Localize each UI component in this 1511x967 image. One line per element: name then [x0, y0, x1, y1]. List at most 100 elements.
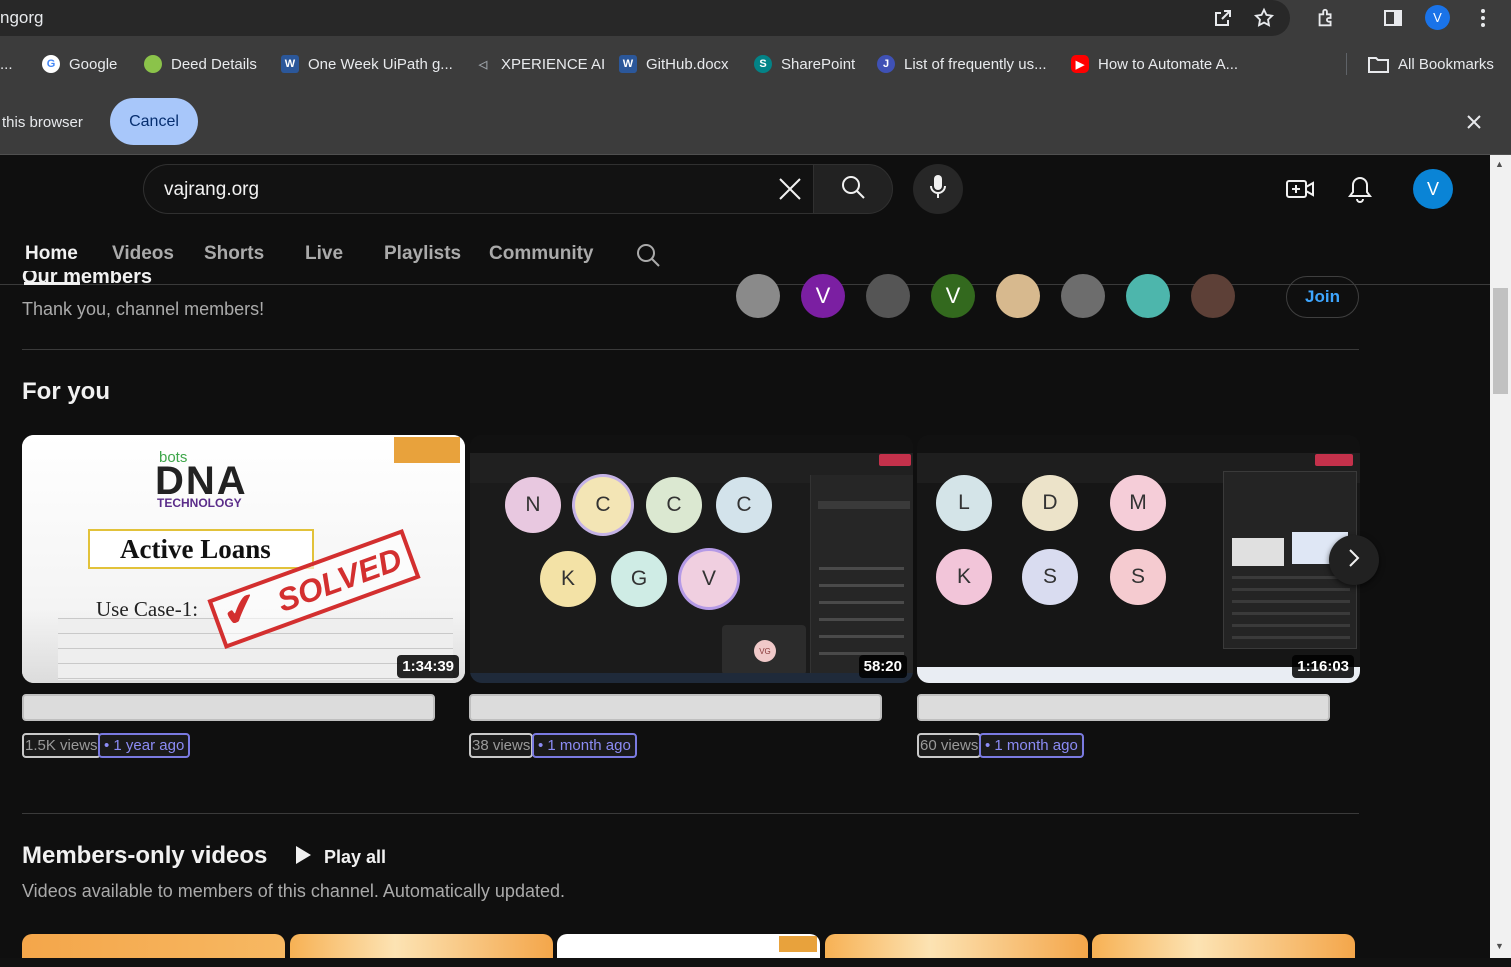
cancel-button[interactable]: Cancel: [110, 98, 198, 145]
scroll-up-arrow-icon[interactable]: ▲: [1495, 159, 1504, 169]
voice-search-button[interactable]: [913, 164, 963, 214]
participant-avatar: K: [936, 549, 992, 605]
participant-avatar: S: [1022, 549, 1078, 605]
search-button[interactable]: [813, 164, 893, 214]
member-avatar[interactable]: [996, 274, 1040, 318]
search-icon: [840, 174, 866, 205]
close-icon[interactable]: [1466, 110, 1482, 136]
tab-live[interactable]: Live: [305, 243, 343, 265]
tab-home[interactable]: Home: [25, 243, 78, 265]
extensions-icon[interactable]: [1313, 6, 1339, 30]
member-avatar[interactable]: [736, 274, 780, 318]
account-avatar[interactable]: V: [1413, 169, 1453, 209]
participant-avatar: C: [646, 477, 702, 533]
browser-profile-avatar[interactable]: V: [1425, 5, 1450, 30]
video-title-redacted[interactable]: [469, 694, 882, 721]
participant-avatar: G: [611, 551, 667, 607]
channel-search-icon[interactable]: [635, 242, 661, 268]
bookmark-google[interactable]: G Google: [42, 53, 117, 75]
bookmark-github-docx[interactable]: W GitHub.docx: [619, 53, 729, 75]
scroll-down-arrow-icon[interactable]: ▼: [1495, 941, 1504, 951]
members-video-thumbnail[interactable]: [290, 934, 553, 959]
microphone-icon: [929, 174, 947, 205]
folder-icon: [1368, 56, 1389, 73]
members-video-thumbnail[interactable]: [825, 934, 1088, 959]
globe-icon: [144, 55, 162, 73]
member-avatar[interactable]: [1191, 274, 1235, 318]
bookmark-deed-details[interactable]: Deed Details: [144, 53, 257, 75]
member-avatar[interactable]: [1061, 274, 1105, 318]
bookmark-uipath-doc[interactable]: W One Week UiPath g...: [281, 53, 453, 75]
video-thumbnail[interactable]: bots DNA TECHNOLOGY Active Loans Use Cas…: [22, 435, 465, 683]
bookmarks-bar: ... G Google Deed Details W One Week UiP…: [0, 38, 1511, 90]
participant-avatar: L: [936, 475, 992, 531]
address-text[interactable]: ngorg: [0, 8, 43, 28]
page-scrollbar[interactable]: ▲ ▼: [1490, 155, 1511, 960]
participant-avatar: K: [540, 551, 596, 607]
member-avatar[interactable]: V: [801, 274, 845, 318]
play-all-button[interactable]: Play all: [294, 844, 386, 870]
video-views: 38 views: [469, 733, 534, 758]
participant-avatar: N: [505, 477, 561, 533]
members-video-thumbnail[interactable]: [1092, 934, 1355, 959]
address-bar[interactable]: ngorg: [0, 0, 1290, 36]
video-views: 1.5K views: [22, 733, 101, 758]
video-date: • 1 month ago: [532, 733, 637, 758]
clear-search-icon[interactable]: [776, 175, 804, 203]
members-only-title: Members-only videos: [22, 842, 268, 869]
share-options: [1232, 576, 1350, 642]
tab-community[interactable]: Community: [489, 243, 594, 265]
sharepoint-icon: S: [754, 55, 772, 73]
tab-videos[interactable]: Videos: [112, 243, 174, 265]
video-duration: 1:34:39: [397, 655, 459, 678]
xperience-icon: ◁: [478, 58, 488, 71]
search-input[interactable]: vajrang.org: [143, 164, 815, 214]
bookmarks-divider: [1346, 53, 1347, 75]
video-duration: 58:20: [858, 655, 907, 678]
self-view: VG: [722, 625, 806, 675]
video-title-redacted[interactable]: [22, 694, 435, 721]
bookmark-sharepoint[interactable]: S SharePoint: [754, 53, 855, 75]
bookmark-youtube-video[interactable]: ▶ How to Automate A...: [1071, 53, 1238, 75]
google-icon: G: [42, 55, 60, 73]
members-subtitle: Thank you, channel members!: [22, 299, 265, 319]
bookmark-frequently-used[interactable]: J List of frequently us...: [877, 53, 1047, 75]
participant-avatar: S: [1110, 549, 1166, 605]
members-only-subtitle: Videos available to members of this chan…: [22, 881, 565, 901]
bookmark-item[interactable]: ...: [0, 53, 13, 75]
tab-shorts[interactable]: Shorts: [204, 243, 264, 265]
scrollbar-thumb[interactable]: [1493, 288, 1508, 394]
member-avatar[interactable]: V: [931, 274, 975, 318]
members-video-thumbnail[interactable]: [557, 934, 820, 959]
open-in-new-icon[interactable]: [1210, 6, 1236, 30]
member-avatar[interactable]: [1126, 274, 1170, 318]
participant-avatar: C: [716, 477, 772, 533]
word-doc-icon: W: [281, 55, 299, 73]
meeting-titlebar: [470, 435, 913, 453]
tab-playlists[interactable]: Playlists: [384, 243, 461, 265]
video-title-redacted[interactable]: [917, 694, 1330, 721]
participant-list: [819, 567, 904, 667]
join-button[interactable]: Join: [1286, 276, 1359, 318]
carousel-next-button[interactable]: [1329, 535, 1379, 585]
side-panel-icon[interactable]: [1380, 6, 1406, 30]
search-query[interactable]: vajrang.org: [164, 179, 259, 201]
all-bookmarks[interactable]: All Bookmarks: [1368, 53, 1494, 75]
share-preview: [1232, 538, 1284, 566]
member-avatar[interactable]: [866, 274, 910, 318]
members-video-thumbnail[interactable]: [22, 934, 285, 959]
taskbar-preview: [470, 673, 913, 683]
notifications-bell-icon[interactable]: [1344, 173, 1376, 205]
bookmark-xperience-ai[interactable]: ◁ XPERIENCE AI: [474, 53, 605, 75]
video-thumbnail[interactable]: N C C C K G V VG 58:20: [470, 435, 913, 683]
more-vert-icon[interactable]: [1470, 6, 1496, 30]
video-date: • 1 month ago: [979, 733, 1084, 758]
video-thumbnail[interactable]: L D M K S S 1:16:03: [917, 435, 1360, 683]
youtube-header: vajrang.org V: [0, 155, 1490, 225]
youtube-icon: ▶: [1071, 55, 1089, 73]
bookmark-star-icon[interactable]: [1251, 6, 1277, 30]
video-views: 60 views: [917, 733, 982, 758]
window-bottom-edge: [0, 958, 1511, 967]
create-video-icon[interactable]: [1284, 173, 1316, 205]
video-date: • 1 year ago: [98, 733, 191, 758]
